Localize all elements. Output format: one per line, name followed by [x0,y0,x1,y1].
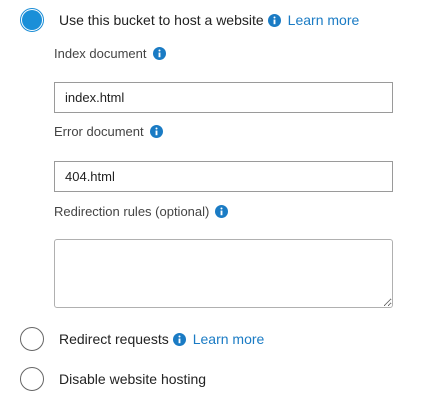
option-disable-hosting[interactable]: Disable website hosting [20,367,206,391]
option-host-website[interactable]: Use this bucket to host a website Learn … [20,8,359,32]
host-website-label: Use this bucket to host a website [59,12,264,28]
error-document-input[interactable] [54,161,393,192]
info-icon[interactable] [152,47,166,60]
error-document-label: Error document [54,124,163,139]
redirection-rules-label-text: Redirection rules (optional) [54,204,210,219]
redirection-rules-label: Redirection rules (optional) [54,204,229,219]
info-icon[interactable] [215,205,229,218]
index-document-input[interactable] [54,82,393,113]
disable-hosting-radio[interactable] [20,367,44,391]
host-website-radio[interactable] [20,8,44,32]
index-document-label-text: Index document [54,46,147,61]
redirection-rules-textarea[interactable] [54,239,393,308]
disable-hosting-label: Disable website hosting [59,371,207,387]
redirect-requests-learn-more-link[interactable]: Learn more [193,331,265,347]
info-icon[interactable] [172,332,186,346]
error-document-label-text: Error document [54,124,144,139]
host-website-learn-more-link[interactable]: Learn more [288,12,360,28]
info-icon[interactable] [149,125,163,138]
index-document-label: Index document [54,46,166,61]
redirect-requests-radio[interactable] [20,327,44,351]
option-redirect-requests[interactable]: Redirect requests Learn more [20,327,264,351]
redirect-requests-label: Redirect requests [59,331,169,347]
info-icon[interactable] [267,13,281,27]
